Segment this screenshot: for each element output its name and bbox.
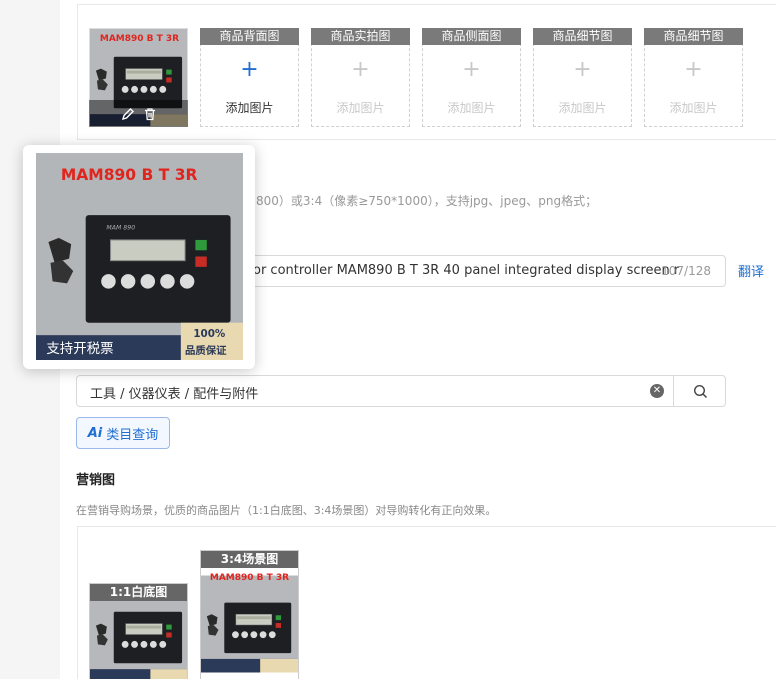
marketing-tile-scene[interactable]: MAM890 B T 3R 3:4场景图 bbox=[200, 550, 299, 679]
translate-link[interactable]: 翻译 bbox=[738, 261, 764, 280]
plus-icon: + bbox=[684, 57, 703, 82]
add-image-label: 添加图片 bbox=[447, 101, 496, 115]
pencil-icon[interactable] bbox=[121, 107, 135, 121]
add-image-label: 添加图片 bbox=[336, 101, 385, 115]
trash-icon[interactable] bbox=[143, 107, 157, 121]
slot-detail-1[interactable]: 商品细节图 + 添加图片 bbox=[533, 28, 632, 127]
slot-back-view[interactable]: 商品背面图 + 添加图片 bbox=[200, 28, 299, 127]
product-model-text: MAM890 B T 3R bbox=[209, 573, 290, 583]
ai-category-query-button[interactable]: Ai 类目查询 bbox=[76, 417, 170, 449]
slot-detail-2[interactable]: 商品细节图 + 添加图片 bbox=[644, 28, 743, 127]
tile-header: 3:4场景图 bbox=[201, 551, 298, 568]
preview-image: MAM 890 MAM890 B T 3R 支持开税票 100% 品质保证 bbox=[36, 153, 243, 360]
search-icon bbox=[693, 384, 707, 398]
marketing-tile-white-bg[interactable]: 1:1白底图 bbox=[89, 583, 188, 679]
add-image-label: 添加图片 bbox=[225, 101, 274, 115]
panel-brand-text: MAM 890 bbox=[106, 225, 135, 232]
quality-pct-text: 100% bbox=[193, 328, 226, 340]
slot-header: 商品实拍图 bbox=[311, 28, 410, 45]
search-button[interactable] bbox=[673, 376, 726, 406]
title-char-count: 107/128 bbox=[661, 264, 711, 278]
image-preview-popover: MAM 890 MAM890 B T 3R 支持开税票 100% 品质保证 bbox=[23, 145, 255, 369]
invoice-badge-text: 支持开税票 bbox=[46, 341, 113, 357]
add-image-label: 添加图片 bbox=[558, 101, 607, 115]
slot-header: 商品侧面图 bbox=[422, 28, 521, 45]
quality-badge-text: 品质保证 bbox=[185, 344, 227, 357]
marketing-section-desc: 在营销导购场景，优质的商品图片（1:1白底图、3:4场景图）对导购转化有正向效果… bbox=[76, 504, 497, 517]
slot-header: 商品背面图 bbox=[200, 28, 299, 45]
product-model-text: MAM890 B T 3R bbox=[99, 34, 180, 44]
product-model-text: MAM890 B T 3R bbox=[61, 166, 198, 184]
product-title-input[interactable]: or controller MAM890 B T 3R 40 panel int… bbox=[236, 255, 726, 287]
plus-icon: + bbox=[240, 57, 259, 82]
slot-side-view[interactable]: 商品侧面图 + 添加图片 bbox=[422, 28, 521, 127]
product-title-value: or controller MAM890 B T 3R 40 panel int… bbox=[253, 263, 680, 278]
category-value: 工具 / 仪器仪表 / 配件与附件 bbox=[90, 387, 259, 402]
clear-circle-icon[interactable]: ✕ bbox=[650, 384, 664, 398]
image-format-hint: 800）或3:4（像素≥750*1000），支持jpg、jpeg、png格式； bbox=[256, 194, 598, 208]
product-photo bbox=[201, 575, 298, 673]
tile-header: 1:1白底图 bbox=[90, 584, 187, 601]
slot-real-shot[interactable]: 商品实拍图 + 添加图片 bbox=[311, 28, 410, 127]
plus-icon: + bbox=[573, 57, 592, 82]
marketing-section-title: 营销图 bbox=[76, 473, 116, 488]
ai-category-label: 类目查询 bbox=[106, 427, 159, 443]
product-photo: MAM 890 MAM890 B T 3R 支持开税票 100% 品质保证 bbox=[36, 153, 243, 360]
ai-icon: Ai bbox=[87, 425, 103, 441]
plus-icon: + bbox=[351, 57, 370, 82]
add-image-label: 添加图片 bbox=[669, 101, 718, 115]
slot-header: 商品细节图 bbox=[533, 28, 632, 45]
slot-header: 商品细节图 bbox=[644, 28, 743, 45]
category-input[interactable]: 工具 / 仪器仪表 / 配件与附件 ✕ bbox=[76, 375, 726, 407]
plus-icon: + bbox=[462, 57, 481, 82]
thumb-toolbar bbox=[89, 100, 188, 127]
